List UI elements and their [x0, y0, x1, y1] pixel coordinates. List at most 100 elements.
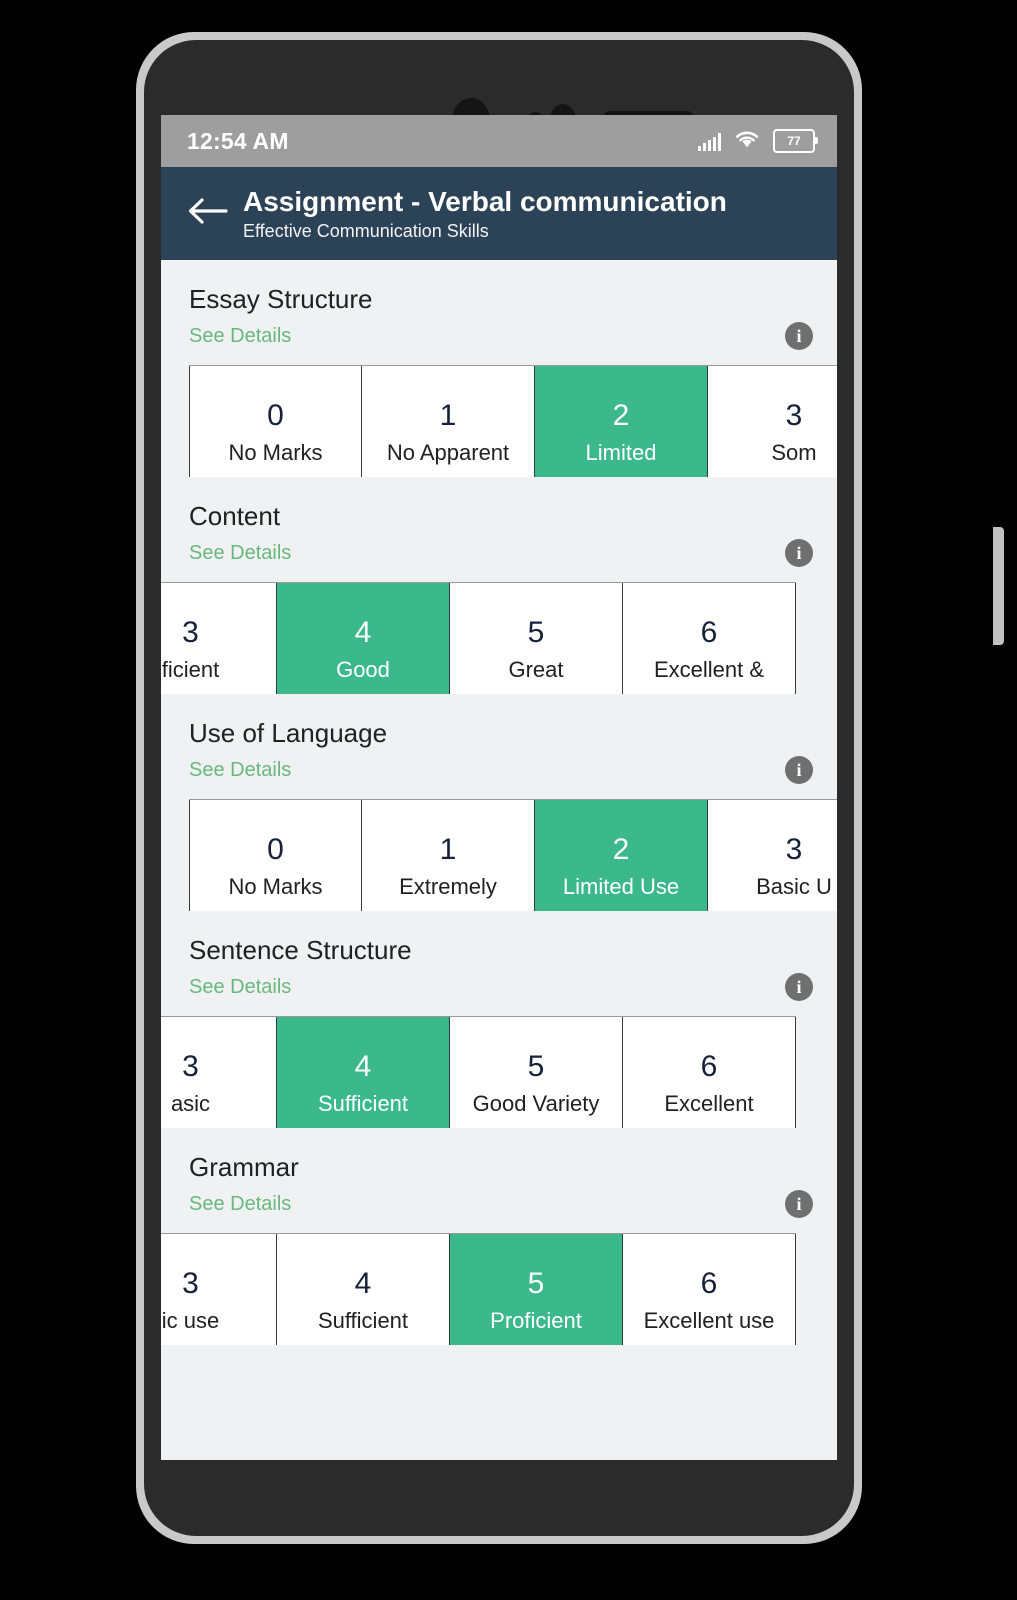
rubric-description: Basic U — [756, 874, 832, 899]
rubric-mark: 5 — [527, 616, 545, 649]
rubric-scroller[interactable]: 3 ic use 4 Sufficient 5 Proficient 6 Excellent … — [161, 1233, 837, 1345]
rubric-description: Sufficient — [317, 1091, 409, 1116]
rubric-description: Excellent use — [643, 1308, 775, 1333]
rubric-mark: 4 — [354, 1050, 372, 1083]
battery-icon: 77 — [773, 129, 818, 153]
rubric-description: ficient — [161, 657, 220, 682]
battery-level-label: 77 — [787, 134, 801, 148]
rubric-track: 0 No Marks 1 Extremely 2 Limited Use 3 Basic U — [189, 799, 837, 911]
rubric-cell[interactable]: 0 No Marks — [189, 366, 362, 477]
page-title: Assignment - Verbal communication — [243, 185, 727, 217]
rubric-track: 3 ic use 4 Sufficient 5 Proficient 6 Excellent … — [161, 1233, 796, 1345]
page-subtitle: Effective Communication Skills — [243, 220, 489, 241]
rubric-description: Proficient — [490, 1308, 582, 1333]
criterion-section: Essay Structure See Details i 0 No Marks 1 No … — [161, 260, 837, 477]
rubric-mark: 6 — [700, 616, 718, 649]
power-button[interactable] — [993, 527, 1004, 645]
criterion-subrow: See Details i — [161, 316, 837, 350]
see-details-link[interactable]: See Details — [189, 1191, 291, 1217]
rubric-description: Good Variety — [472, 1091, 600, 1116]
rubric-cell[interactable]: 1 Extremely — [362, 800, 535, 911]
rubric-track: 0 No Marks 1 No Apparent 2 Limited 3 Som — [189, 365, 837, 477]
rubric-mark: 5 — [527, 1267, 545, 1300]
rubric-cell-selected[interactable]: 4 Sufficient — [277, 1017, 450, 1128]
see-details-link[interactable]: See Details — [189, 323, 291, 349]
info-icon[interactable]: i — [785, 1190, 813, 1218]
rubric-cell-selected[interactable]: 2 Limited Use — [535, 800, 708, 911]
rubric-mark: 0 — [267, 833, 284, 866]
rubric-mark: 6 — [700, 1267, 718, 1300]
criterion-subrow: See Details i — [161, 1184, 837, 1218]
rubric-mark: 3 — [182, 616, 199, 649]
rubric-cell[interactable]: 6 Excellent — [623, 1017, 796, 1128]
info-icon[interactable]: i — [785, 322, 813, 350]
app-bar-titles: Assignment - Verbal communication Effect… — [243, 185, 727, 243]
see-details-link[interactable]: See Details — [189, 974, 291, 1000]
rubric-description: Limited Use — [562, 874, 680, 899]
rubric-mark: 3 — [182, 1050, 199, 1083]
rubric-description: asic — [170, 1091, 211, 1116]
rubric-cell[interactable]: 3 Basic U — [708, 800, 837, 911]
rubric-scroller[interactable]: 0 No Marks 1 Extremely 2 Limited Use 3 Basic U — [161, 799, 837, 911]
rubric-cell[interactable]: 3 ficient — [161, 583, 277, 694]
rubric-cell[interactable]: 6 Excellent & — [623, 583, 796, 694]
rubric-cell[interactable]: 6 Excellent use — [623, 1234, 796, 1345]
phone-screen: 12:54 AM 77 Assignment - Verbal communic… — [161, 115, 837, 1460]
rubric-scroller[interactable]: 0 No Marks 1 No Apparent 2 Limited 3 Som — [161, 365, 837, 477]
rubric-mark: 1 — [439, 833, 457, 866]
rubric-mark: 3 — [182, 1267, 199, 1300]
rubric-description: ic use — [161, 1308, 220, 1333]
criterion-section: Content See Details i 3 ficient 4 Good 5 Great 6 E… — [161, 477, 837, 694]
rubric-cell[interactable]: 3 Som — [708, 366, 837, 477]
rubric-mark: 4 — [354, 1267, 372, 1300]
criterion-title: Sentence Structure — [189, 935, 412, 965]
criterion-section: Sentence Structure See Details i 3 asic 4 Suff… — [161, 911, 837, 1128]
info-icon[interactable]: i — [785, 756, 813, 784]
criterion-subrow: See Details i — [161, 967, 837, 1001]
app-bar: Assignment - Verbal communication Effect… — [161, 167, 837, 260]
rubric-cell[interactable]: 5 Good Variety — [450, 1017, 623, 1128]
info-icon[interactable]: i — [785, 973, 813, 1001]
rubric-description: Excellent — [664, 1091, 754, 1116]
criterion-section: Use of Language See Details i 0 No Marks 1 Ext… — [161, 694, 837, 911]
see-details-link[interactable]: See Details — [189, 757, 291, 783]
rubric-description: Good — [336, 657, 390, 682]
rubric-mark: 3 — [785, 833, 803, 866]
status-bar-clock: 12:54 AM — [187, 127, 289, 154]
rubric-mark: 6 — [700, 1050, 718, 1083]
rubric-description: Sufficient — [317, 1308, 409, 1333]
rubric-description: Great — [508, 657, 564, 682]
rubric-mark: 3 — [785, 399, 803, 432]
criterion-title: Grammar — [189, 1152, 299, 1182]
rubric-description: Extremely — [399, 874, 497, 899]
rubric-description: Excellent & — [653, 657, 765, 682]
rubric-description: No Marks — [228, 874, 323, 899]
rubric-scroller[interactable]: 3 asic 4 Sufficient 5 Good Variety 6 Excellent — [161, 1016, 837, 1128]
info-icon[interactable]: i — [785, 539, 813, 567]
rubric-cell-selected[interactable]: 5 Proficient — [450, 1234, 623, 1345]
status-bar: 12:54 AM 77 — [161, 115, 837, 167]
rubric-mark: 2 — [612, 833, 630, 866]
see-details-link[interactable]: See Details — [189, 540, 291, 566]
rubric-cell[interactable]: 3 asic — [161, 1017, 277, 1128]
rubric-description: Som — [771, 440, 817, 465]
rubric-cell[interactable]: 0 No Marks — [189, 800, 362, 911]
rubric-cell-selected[interactable]: 2 Limited — [535, 366, 708, 477]
back-button[interactable] — [179, 186, 235, 242]
rubric-mark: 4 — [354, 616, 372, 649]
rubric-cell[interactable]: 3 ic use — [161, 1234, 277, 1345]
rubric-cell[interactable]: 5 Great — [450, 583, 623, 694]
rubric-cell[interactable]: 4 Sufficient — [277, 1234, 450, 1345]
rubric-cell-selected[interactable]: 4 Good — [277, 583, 450, 694]
criterion-title: Content — [189, 501, 281, 531]
cellular-signal-icon — [698, 132, 721, 151]
status-bar-icons: 77 — [698, 129, 818, 154]
rubric-cell[interactable]: 1 No Apparent — [362, 366, 535, 477]
wifi-icon — [734, 129, 760, 154]
rubric-description: No Marks — [228, 440, 323, 465]
rubric-mark: 1 — [439, 399, 457, 432]
rubric-mark: 0 — [267, 399, 284, 432]
criteria-list[interactable]: Essay Structure See Details i 0 No Marks 1 No … — [161, 260, 837, 1460]
criterion-section: Grammar See Details i 3 ic use 4 Sufficient 5 Pr… — [161, 1128, 837, 1345]
rubric-scroller[interactable]: 3 ficient 4 Good 5 Great 6 Excellent & — [161, 582, 837, 694]
